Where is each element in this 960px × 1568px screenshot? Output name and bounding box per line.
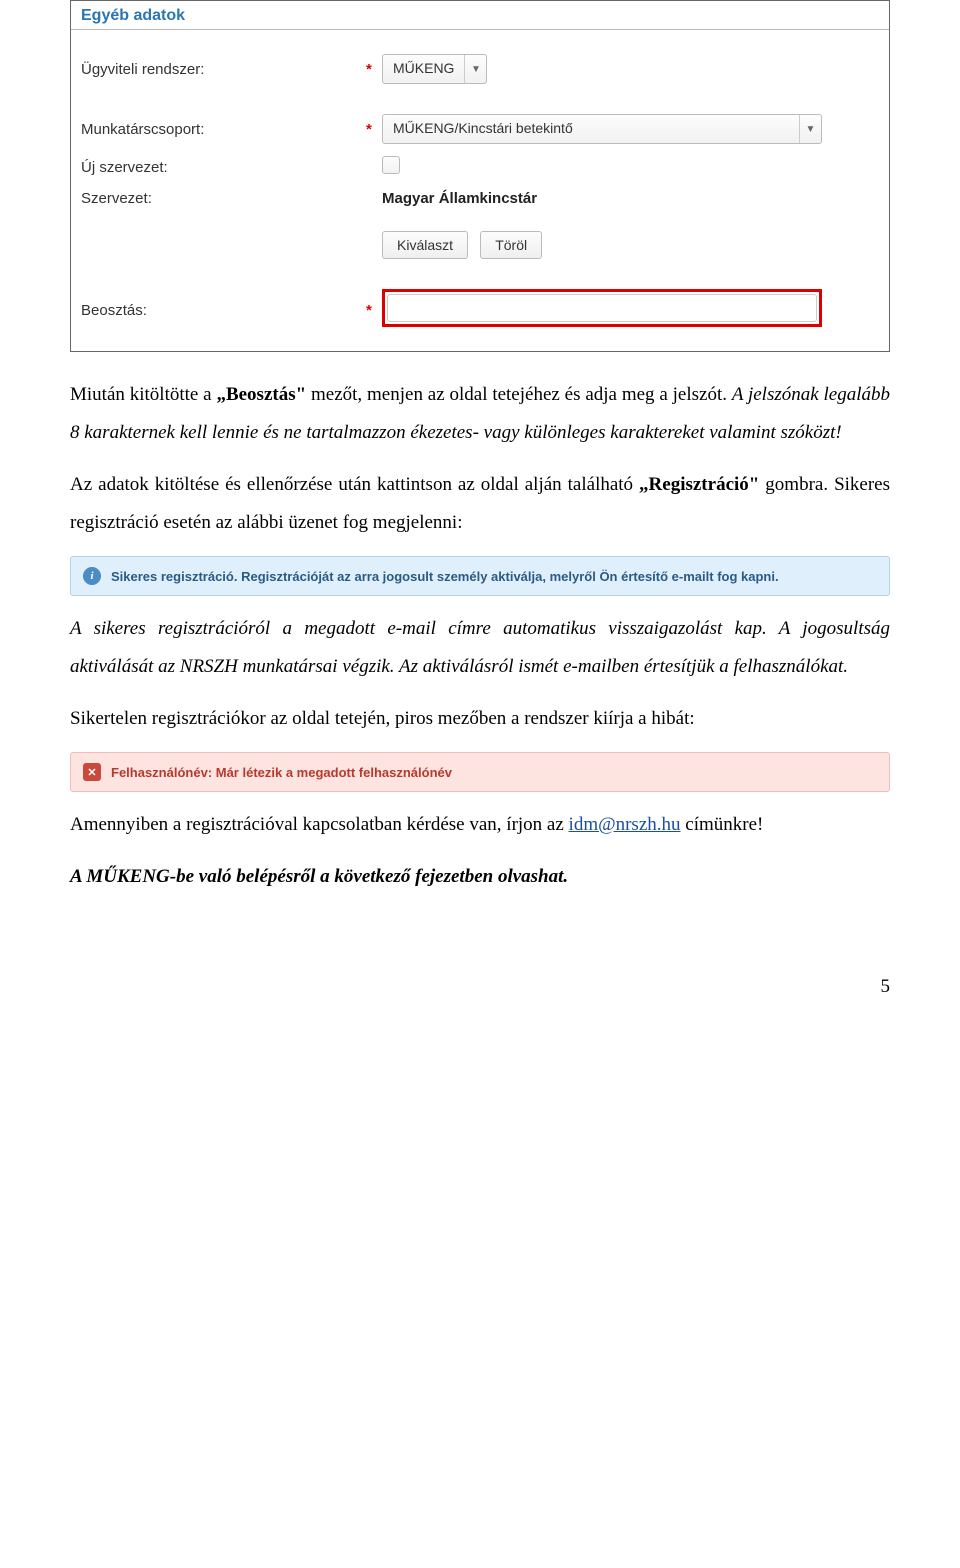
text-bold: „Regisztráció" (639, 474, 759, 495)
paragraph-6: A MŰKENG-be való belépésről a következő … (70, 858, 890, 896)
text: Amennyiben a regisztrációval kapcsolatba… (70, 814, 569, 835)
select-group[interactable]: MŰKENG/Kincstári betekintő ▼ (382, 114, 822, 144)
row-position: Beosztás: * (71, 265, 889, 337)
org-value: Magyar Államkincstár (382, 190, 537, 207)
alert-info-text: Sikeres regisztráció. Regisztrációját az… (111, 569, 779, 584)
row-system: Ügyviteli rendszer: * MŰKENG ▼ (71, 30, 889, 90)
text: mezőt, menjen az oldal tetejéhez és adja… (306, 384, 732, 405)
text: címünkre! (681, 814, 764, 835)
position-input[interactable] (387, 294, 817, 322)
position-highlight-frame (382, 289, 822, 327)
text: Miután kitöltötte a (70, 384, 216, 405)
alert-info: i Sikeres regisztráció. Regisztrációját … (70, 556, 890, 596)
alert-error: ✕ Felhasználónév: Már létezik a megadott… (70, 752, 890, 792)
text: Az adatok kitöltése és ellenőrzése után … (70, 474, 639, 495)
required-star: * (366, 121, 382, 138)
row-org: Szervezet: Magyar Államkincstár (71, 184, 889, 213)
label-neworg: Új szervezet: (81, 159, 366, 176)
paragraph-4: Sikertelen regisztrációkor az oldal tete… (70, 700, 890, 738)
close-icon: ✕ (83, 763, 101, 781)
label-position: Beosztás: (81, 302, 366, 319)
row-org-buttons: Kiválaszt Töröl (71, 213, 889, 265)
select-button[interactable]: Kiválaszt (382, 231, 468, 259)
row-neworg: Új szervezet: (71, 150, 889, 184)
select-group-value: MŰKENG/Kincstári betekintő (383, 115, 583, 143)
panel-title: Egyéb adatok (71, 1, 889, 30)
panel-other-data: Egyéb adatok Ügyviteli rendszer: * MŰKEN… (70, 0, 890, 352)
chevron-down-icon: ▼ (464, 55, 486, 83)
required-star: * (366, 302, 382, 319)
required-star: * (366, 61, 382, 78)
text-bold: „Beosztás" (216, 384, 306, 405)
select-system[interactable]: MŰKENG ▼ (382, 54, 487, 84)
checkbox-neworg[interactable] (382, 156, 400, 174)
alert-error-text: Felhasználónév: Már létezik a megadott f… (111, 765, 452, 780)
info-icon: i (83, 567, 101, 585)
label-group: Munkatárscsoport: (81, 121, 366, 138)
paragraph-3: A sikeres regisztrációról a megadott e-m… (70, 610, 890, 686)
label-system: Ügyviteli rendszer: (81, 61, 366, 78)
row-group: Munkatárscsoport: * MŰKENG/Kincstári bet… (71, 90, 889, 150)
paragraph-5: Amennyiben a regisztrációval kapcsolatba… (70, 806, 890, 844)
delete-button[interactable]: Töröl (480, 231, 542, 259)
label-org: Szervezet: (81, 190, 366, 207)
email-link[interactable]: idm@nrszh.hu (569, 814, 681, 835)
chevron-down-icon: ▼ (799, 115, 821, 143)
select-system-value: MŰKENG (383, 55, 464, 83)
page-number: 5 (70, 976, 890, 998)
paragraph-1: Miután kitöltötte a „Beosztás" mezőt, me… (70, 376, 890, 452)
paragraph-2: Az adatok kitöltése és ellenőrzése után … (70, 466, 890, 542)
